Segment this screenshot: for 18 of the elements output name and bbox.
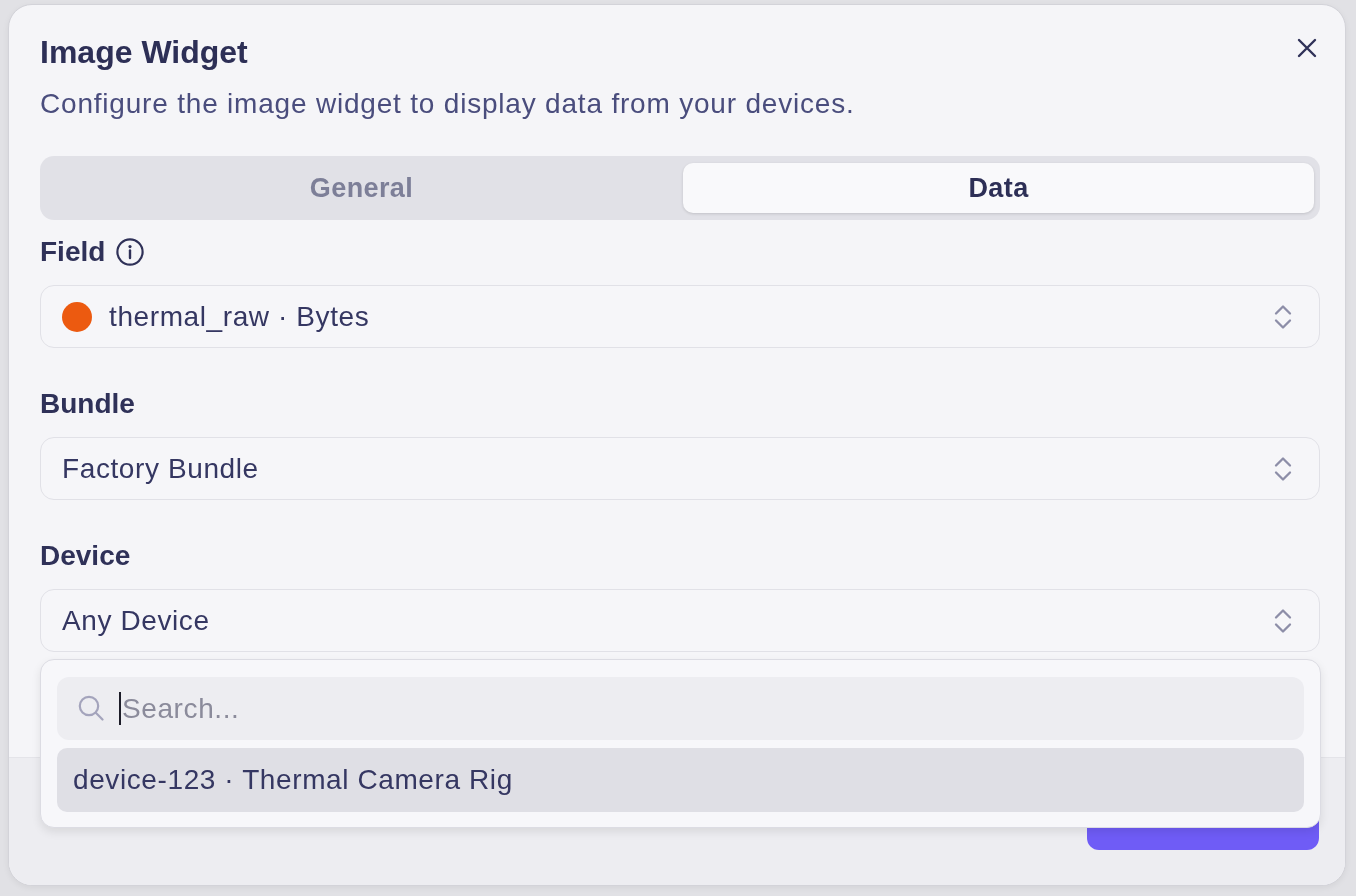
- tab[interactable]: Data: [683, 163, 1314, 213]
- chevron-up-down-icon: [1274, 607, 1292, 634]
- dialog-description: Configure the image widget to display data from your devices.: [40, 87, 856, 121]
- dropdown-option[interactable]: device-123 · Thermal Camera Rig: [57, 748, 1304, 812]
- info-icon[interactable]: [116, 238, 145, 266]
- search-icon: [78, 695, 104, 721]
- select-field[interactable]: thermal_raw · Bytes: [40, 285, 1320, 348]
- chevron-up-down-icon: [1274, 303, 1292, 330]
- select-field[interactable]: Factory Bundle: [40, 437, 1320, 500]
- close-icon: [1297, 38, 1317, 58]
- dialog-title: Image Widget: [40, 33, 248, 71]
- chevron-up-down-icon: [1274, 455, 1292, 482]
- field-label: Device: [40, 540, 131, 572]
- field-label: Bundle: [40, 388, 135, 420]
- close-button[interactable]: [1296, 37, 1318, 59]
- search-field[interactable]: Search...: [57, 677, 1304, 740]
- field-label: Field: [40, 236, 106, 268]
- select-field[interactable]: Any Device: [40, 589, 1320, 652]
